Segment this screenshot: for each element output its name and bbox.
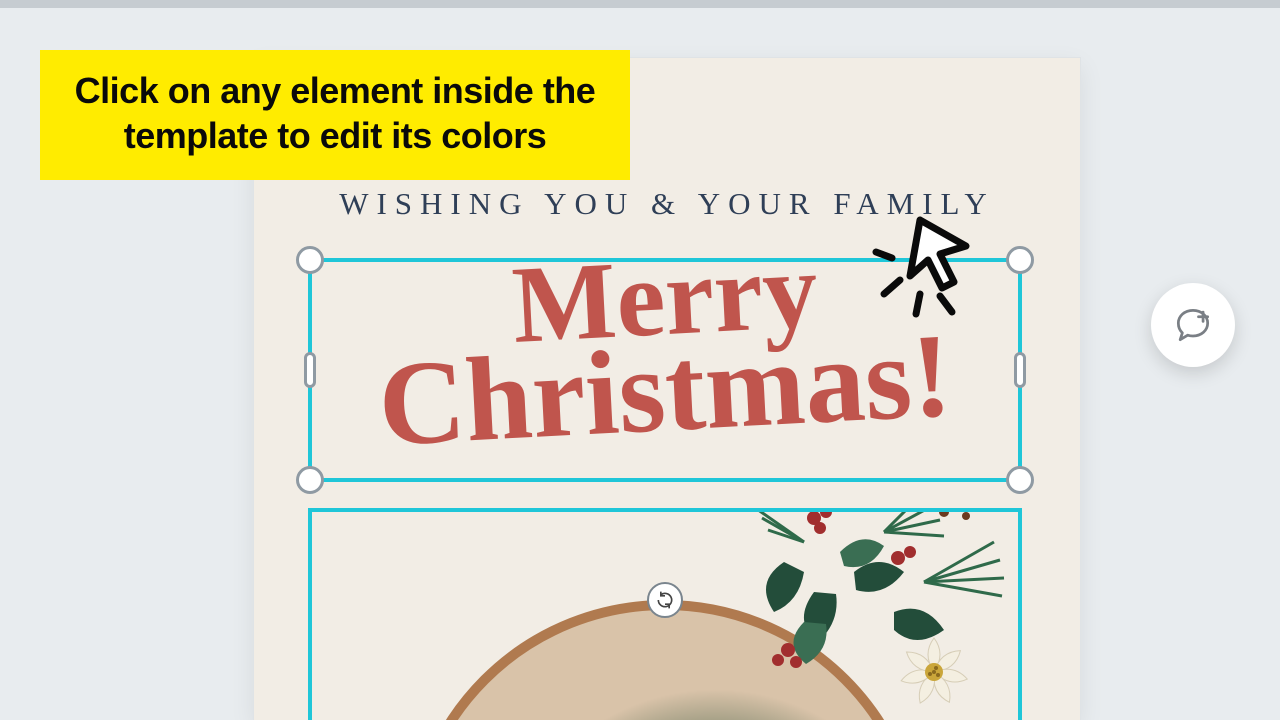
- app-chrome-strip: [0, 0, 1280, 8]
- instruction-callout: Click on any element inside the template…: [40, 50, 630, 180]
- photo-frame-element[interactable]: [308, 508, 1022, 720]
- title-line-2: Christmas!: [310, 321, 1020, 460]
- resize-handle-left[interactable]: [304, 352, 316, 388]
- add-comment-button[interactable]: [1151, 283, 1235, 367]
- resize-handle-top-left[interactable]: [296, 246, 324, 274]
- resize-handle-bottom-right[interactable]: [1006, 466, 1034, 494]
- rotate-icon: [655, 590, 675, 610]
- tutorial-cursor-icon: [870, 202, 990, 322]
- instruction-text: Click on any element inside the template…: [64, 68, 606, 158]
- comment-plus-icon: [1171, 303, 1215, 347]
- resize-handle-top-right[interactable]: [1006, 246, 1034, 274]
- photo-placeholder[interactable]: [405, 600, 925, 720]
- resize-handle-right[interactable]: [1014, 352, 1026, 388]
- rotate-handle[interactable]: [647, 582, 683, 618]
- resize-handle-bottom-left[interactable]: [296, 466, 324, 494]
